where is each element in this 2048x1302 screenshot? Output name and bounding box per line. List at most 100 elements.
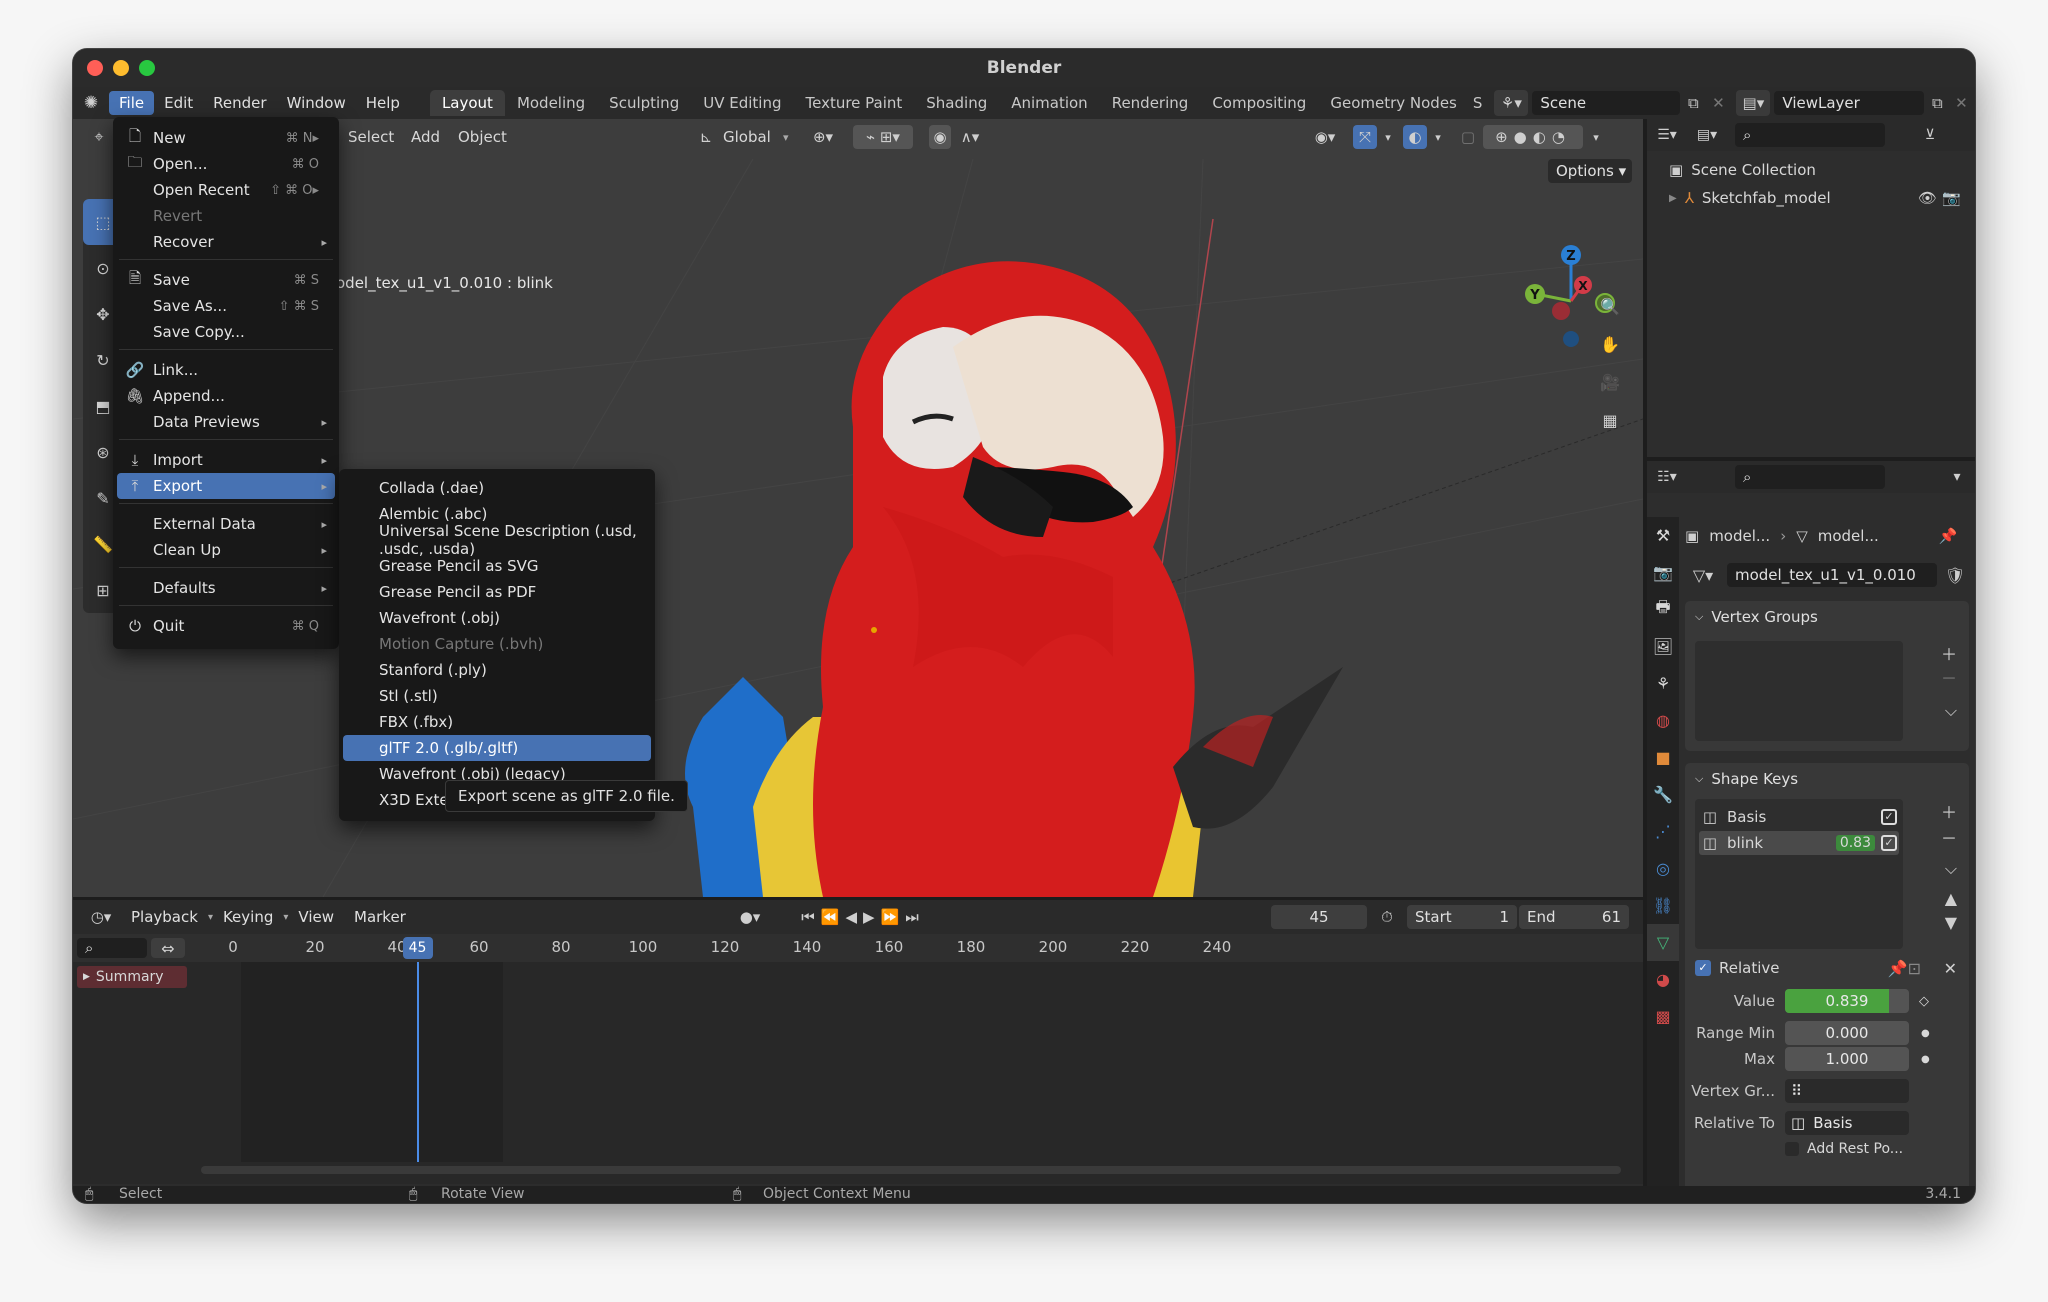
specials-chevron-icon[interactable]: ⌵ xyxy=(1945,701,1957,721)
new-view-layer-icon[interactable]: ⧉ xyxy=(1924,94,1950,112)
fake-user-shield-icon[interactable]: 🛡 xyxy=(1943,566,1967,585)
file-menu-item[interactable]: 🔗 Link... xyxy=(117,357,335,383)
material-tab-icon[interactable]: ◕ xyxy=(1647,961,1679,998)
file-menu-item[interactable]: Open Recent ⇧ ⌘ O▸ xyxy=(117,177,335,203)
marker-menu[interactable]: Marker xyxy=(344,905,416,929)
pan-hand-icon[interactable]: ✋ xyxy=(1593,327,1627,361)
tab-animation[interactable]: Animation xyxy=(999,90,1099,116)
scene-selector-icon[interactable]: ⚘▾ xyxy=(1494,90,1529,116)
scene-collection-row[interactable]: ▣ Scene Collection xyxy=(1669,161,1816,179)
export-menu-item[interactable]: Stanford (.ply) xyxy=(343,657,651,683)
export-menu-item[interactable]: Universal Scene Description (.usd, .usdc… xyxy=(343,522,651,558)
chevron-down-icon[interactable]: ▾ xyxy=(1429,131,1447,144)
relative-to-field[interactable]: ◫ Basis xyxy=(1785,1111,1909,1135)
snap-icon[interactable]: ⌁ ⊞▾ xyxy=(853,125,913,149)
chevron-down-icon[interactable]: ▾ xyxy=(1379,131,1397,144)
pin-shape-icon[interactable]: 📌⊡ xyxy=(1888,959,1921,978)
vertex-group-field[interactable]: ⠿ xyxy=(1785,1079,1909,1103)
view-layer-tab-icon[interactable]: 🖼 xyxy=(1647,628,1679,665)
move-down-icon[interactable]: ▼ xyxy=(1945,913,1957,932)
vertex-groups-header[interactable]: ⌵ Vertex Groups xyxy=(1685,601,1969,633)
view-menu[interactable]: View xyxy=(288,905,344,929)
mesh-name-field[interactable]: model_tex_u1_v1_0.010 xyxy=(1727,563,1937,587)
file-menu-item[interactable]: 🗀 Open... ⌘ O xyxy=(117,151,335,177)
clear-shape-icon[interactable]: ✕ xyxy=(1944,959,1957,978)
menu-window[interactable]: Window xyxy=(277,91,356,115)
file-menu-item[interactable]: ⏻ Quit ⌘ Q xyxy=(117,613,335,639)
render-camera-icon[interactable]: 📷 xyxy=(1942,189,1961,207)
world-tab-icon[interactable]: ◍ xyxy=(1647,702,1679,739)
timeline-search-input[interactable]: ⌕ xyxy=(77,938,147,958)
export-menu-item[interactable]: Stl (.stl) xyxy=(343,683,651,709)
relative-checkbox-row[interactable]: ✓ Relative xyxy=(1695,959,1780,977)
export-menu-item[interactable]: Wavefront (.obj) xyxy=(343,605,651,631)
add-rest-checkbox[interactable] xyxy=(1785,1142,1799,1156)
shading-mode-icon[interactable]: ⊕●◐◔ xyxy=(1483,125,1583,149)
menu-edit[interactable]: Edit xyxy=(154,91,203,115)
add-rest-row[interactable]: Add Rest Po... xyxy=(1785,1141,1903,1157)
vertex-groups-list[interactable] xyxy=(1695,641,1903,741)
new-scene-icon[interactable]: ⧉ xyxy=(1680,94,1706,112)
max-field[interactable]: 1.000 xyxy=(1785,1047,1909,1071)
end-frame-field[interactable]: End 61 xyxy=(1519,905,1629,929)
file-menu-item[interactable]: 🖇 Append... xyxy=(117,383,335,409)
proportional-edit-icon[interactable]: ◉ xyxy=(929,125,951,149)
shape-key-row[interactable]: ◫ blink 0.83 ✓ xyxy=(1699,831,1899,855)
file-menu-item[interactable]: 🗎 Save ⌘ S xyxy=(117,267,335,293)
tab-sculpting[interactable]: Sculpting xyxy=(597,90,691,116)
falloff-icon[interactable]: ∧▾ xyxy=(955,128,985,146)
file-menu-item[interactable]: ⤓ Import ▸ xyxy=(117,447,335,473)
scene-name-field[interactable]: Scene xyxy=(1532,91,1681,115)
export-menu-item[interactable]: glTF 2.0 (.glb/.gltf) xyxy=(343,735,651,761)
menu-help[interactable]: Help xyxy=(356,91,410,115)
keying-menu[interactable]: Keying xyxy=(213,905,283,929)
summary-channel[interactable]: ▶ Summary xyxy=(77,966,187,988)
object-tab-icon[interactable]: ■ xyxy=(1647,739,1679,776)
close-window-button[interactable] xyxy=(87,60,103,76)
remove-icon[interactable]: － xyxy=(1941,665,1957,689)
file-menu-item[interactable]: External Data ▸ xyxy=(117,511,335,537)
file-menu-item[interactable]: Defaults ▸ xyxy=(117,575,335,601)
value-slider[interactable]: 0.839 xyxy=(1785,989,1909,1013)
scene-tab-icon[interactable]: ⚘ xyxy=(1647,665,1679,702)
shape-key-checkbox[interactable]: ✓ xyxy=(1881,835,1897,851)
display-mode-icon[interactable]: ▤▾ xyxy=(1687,127,1727,143)
file-menu-item[interactable]: Save As... ⇧ ⌘ S xyxy=(117,293,335,319)
file-menu-item[interactable]: Clean Up ▸ xyxy=(117,537,335,563)
shape-key-checkbox[interactable]: ✓ xyxy=(1881,809,1897,825)
outliner-item-sketchfab[interactable]: ▶ ⅄ Sketchfab_model 👁 📷 xyxy=(1669,185,1965,211)
specials-chevron-icon[interactable]: ⌵ xyxy=(1945,859,1957,879)
transform-orientation-dropdown[interactable]: Global xyxy=(723,128,771,146)
xray-icon[interactable]: ▢ xyxy=(1457,128,1479,146)
tab-shading[interactable]: Shading xyxy=(914,90,999,116)
view-layer-field[interactable]: ViewLayer xyxy=(1774,91,1925,115)
export-menu-item[interactable]: FBX (.fbx) xyxy=(343,709,651,735)
start-frame-field[interactable]: Start 1 xyxy=(1407,905,1517,929)
outliner-editor-icon[interactable]: ☰▾ xyxy=(1647,127,1687,143)
current-frame-field[interactable]: 45 xyxy=(1271,905,1367,929)
keyframe-dot-icon[interactable]: ● xyxy=(1921,1054,1930,1065)
remove-icon[interactable]: － xyxy=(1941,825,1957,849)
frame-ruler[interactable]: 0 20 40 60 80 100 120 140 160 180 200 220 240 xyxy=(73,934,1643,962)
particles-tab-icon[interactable]: ⋰ xyxy=(1647,813,1679,850)
filter-icon[interactable]: ⊻ xyxy=(1915,127,1945,143)
playback-menu[interactable]: Playback xyxy=(121,905,208,929)
tab-modeling[interactable]: Modeling xyxy=(505,90,597,116)
chevron-down-icon[interactable]: ▾ xyxy=(1945,469,1969,485)
properties-search-input[interactable]: ⌕ xyxy=(1735,465,1885,489)
blender-logo-icon[interactable]: ✺ xyxy=(73,93,109,113)
timeline-editor-icon[interactable]: ◷▾ xyxy=(81,908,121,926)
tab-uv-editing[interactable]: UV Editing xyxy=(691,90,793,116)
view-layer-selector-icon[interactable]: ▤▾ xyxy=(1736,90,1771,116)
export-menu-item[interactable]: Grease Pencil as PDF xyxy=(343,579,651,605)
mesh-browse-icon[interactable]: ▽▾ xyxy=(1685,566,1721,585)
visibility-icon[interactable]: ◉▾ xyxy=(1305,128,1345,146)
tab-geometry-nodes[interactable]: Geometry Nodes xyxy=(1318,90,1469,116)
swap-icon[interactable]: ⇔ xyxy=(151,938,185,958)
gizmo-toggle-icon[interactable]: ⤧ xyxy=(1353,125,1377,149)
viewport-add-menu[interactable]: Add xyxy=(411,128,440,146)
export-menu-item[interactable]: Grease Pencil as SVG xyxy=(343,553,651,579)
playback-controls-icon[interactable]: ⏮⏪◀▶⏩⏭ xyxy=(793,908,933,926)
outliner-search-input[interactable]: ⌕ xyxy=(1735,123,1885,147)
add-icon[interactable]: ＋ xyxy=(1941,799,1957,823)
